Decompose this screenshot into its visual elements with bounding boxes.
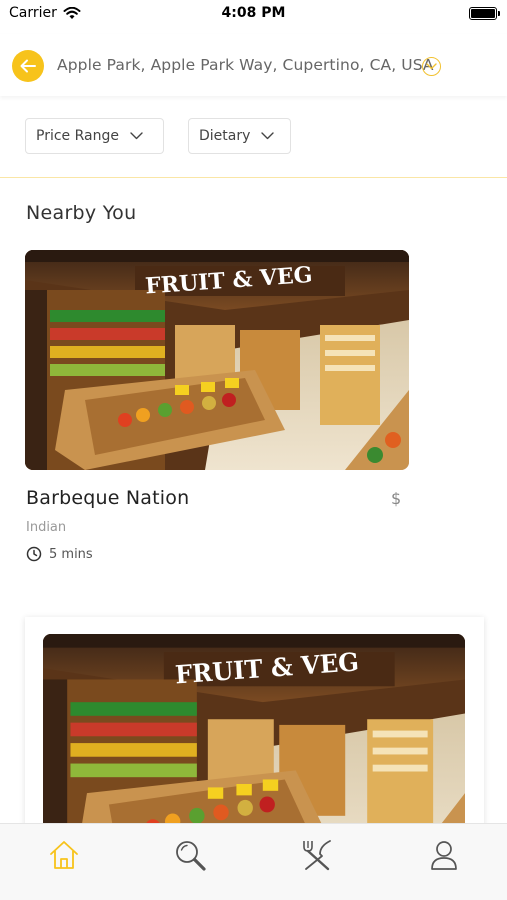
- delivery-time-label: 5 mins: [49, 546, 93, 562]
- arrow-left-icon: [20, 59, 36, 73]
- fork-knife-icon: [303, 840, 331, 871]
- filter-bar: Price Range Dietary: [25, 118, 291, 154]
- section-title: Nearby You: [26, 202, 137, 224]
- tab-bar: [0, 823, 507, 900]
- tab-profile[interactable]: [427, 838, 461, 872]
- location-bar: Apple Park, Apple Park Way, Cupertino, C…: [0, 34, 507, 96]
- chevron-down-icon: [261, 132, 275, 140]
- divider: [0, 177, 507, 178]
- restaurant-image[interactable]: FRUIT & VEG: [25, 250, 409, 470]
- tab-search[interactable]: [173, 838, 207, 872]
- tab-restaurants[interactable]: [300, 838, 334, 872]
- store-photo: FRUIT & VEG: [25, 250, 409, 470]
- status-bar: Carrier 4:08 PM: [0, 0, 507, 30]
- location-dropdown-button[interactable]: [422, 57, 441, 76]
- price-level: $: [391, 489, 402, 508]
- search-icon: [176, 841, 206, 871]
- dietary-label: Dietary: [199, 128, 251, 144]
- back-button[interactable]: [12, 50, 44, 82]
- location-address[interactable]: Apple Park, Apple Park Way, Cupertino, C…: [57, 56, 434, 74]
- cuisine-label: Indian: [26, 520, 67, 535]
- user-icon: [431, 841, 457, 870]
- battery-icon: [469, 7, 500, 20]
- chevron-down-icon: [426, 63, 437, 70]
- dietary-filter[interactable]: Dietary: [188, 118, 291, 154]
- delivery-time: 5 mins: [26, 546, 93, 562]
- home-icon: [50, 841, 78, 869]
- restaurant-name[interactable]: Barbeque Nation: [26, 487, 189, 509]
- price-range-filter[interactable]: Price Range: [25, 118, 164, 154]
- status-time: 4:08 PM: [221, 5, 286, 21]
- tab-home[interactable]: [47, 838, 81, 872]
- price-range-label: Price Range: [36, 128, 119, 144]
- clock-icon: [26, 546, 42, 562]
- chevron-down-icon: [130, 132, 143, 140]
